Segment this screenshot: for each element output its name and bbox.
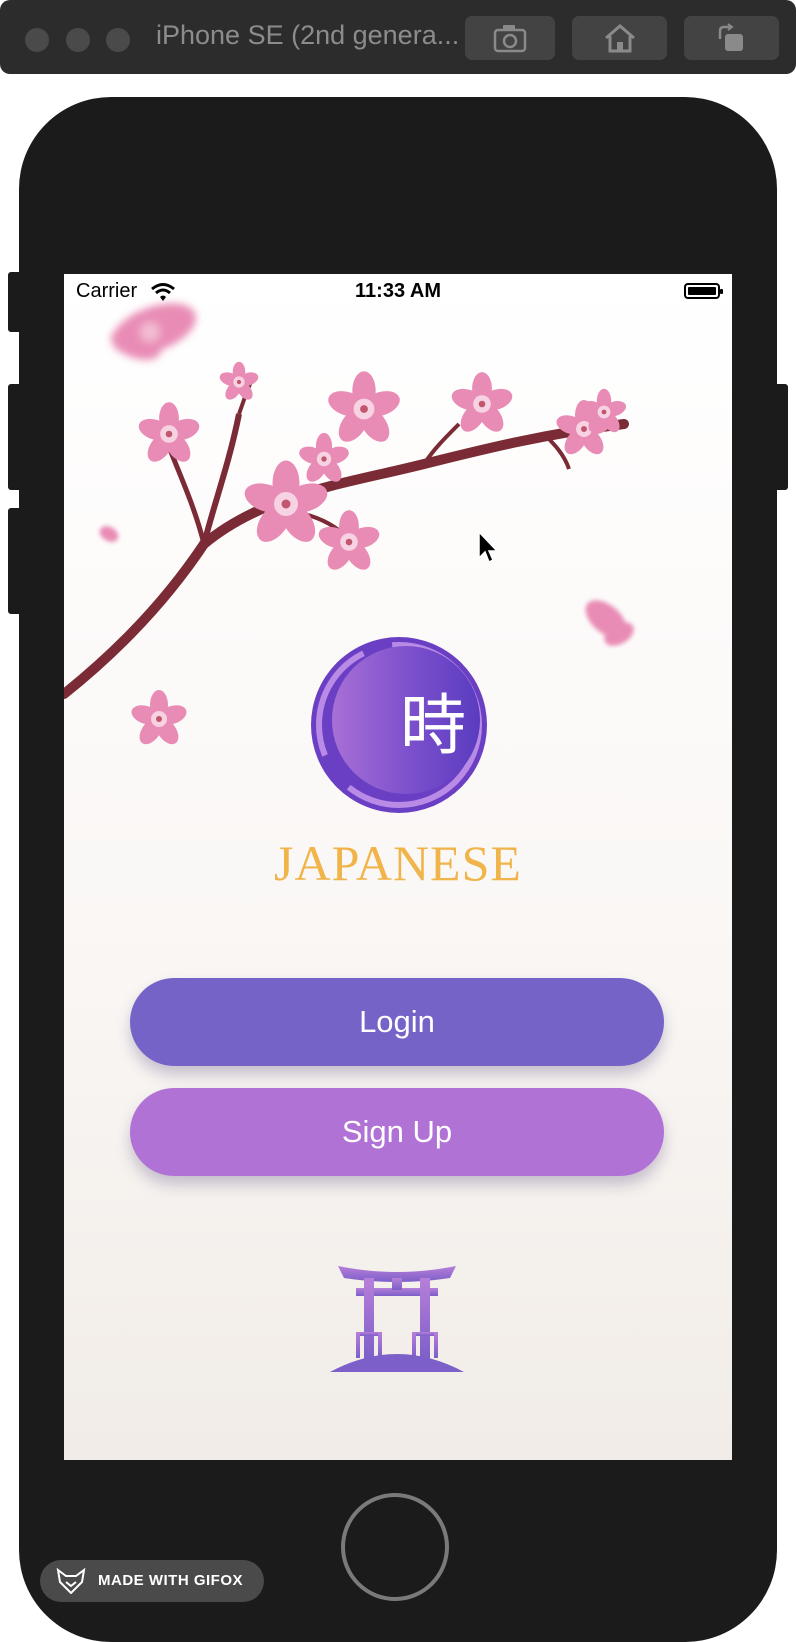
logo-kanji: 時 [400, 687, 466, 764]
status-bar: Carrier 11:33 AM [64, 274, 732, 310]
close-window-button[interactable] [25, 28, 49, 52]
gifox-label: MADE WITH GIFOX [98, 1572, 243, 1589]
rotate-icon [718, 23, 743, 51]
gifox-watermark: MADE WITH GIFOX [40, 1560, 264, 1602]
app-screen: Carrier 11:33 AM 時 JAPANESE Login Sign U… [64, 274, 732, 1460]
status-time: 11:33 AM [355, 280, 441, 302]
minimize-window-button[interactable] [66, 28, 90, 52]
signup-button[interactable]: Sign Up [130, 1088, 664, 1176]
simulator-toolbar: iPhone SE (2nd genera... [0, 0, 796, 74]
login-button[interactable]: Login [130, 978, 664, 1066]
home-button[interactable] [572, 16, 667, 60]
home-icon [604, 24, 635, 53]
fox-icon [56, 1568, 86, 1594]
mouse-cursor-icon [478, 531, 499, 564]
brand-name: JAPANESE [274, 835, 522, 891]
device-home-button[interactable] [341, 1493, 449, 1601]
battery-icon [684, 283, 723, 299]
camera-icon [493, 25, 527, 53]
rotate-button[interactable] [684, 16, 779, 60]
zoom-window-button[interactable] [106, 28, 130, 52]
torii-gate-icon [330, 1266, 464, 1372]
screenshot-button[interactable] [465, 16, 555, 60]
simulator-title: iPhone SE (2nd genera... [156, 20, 460, 50]
